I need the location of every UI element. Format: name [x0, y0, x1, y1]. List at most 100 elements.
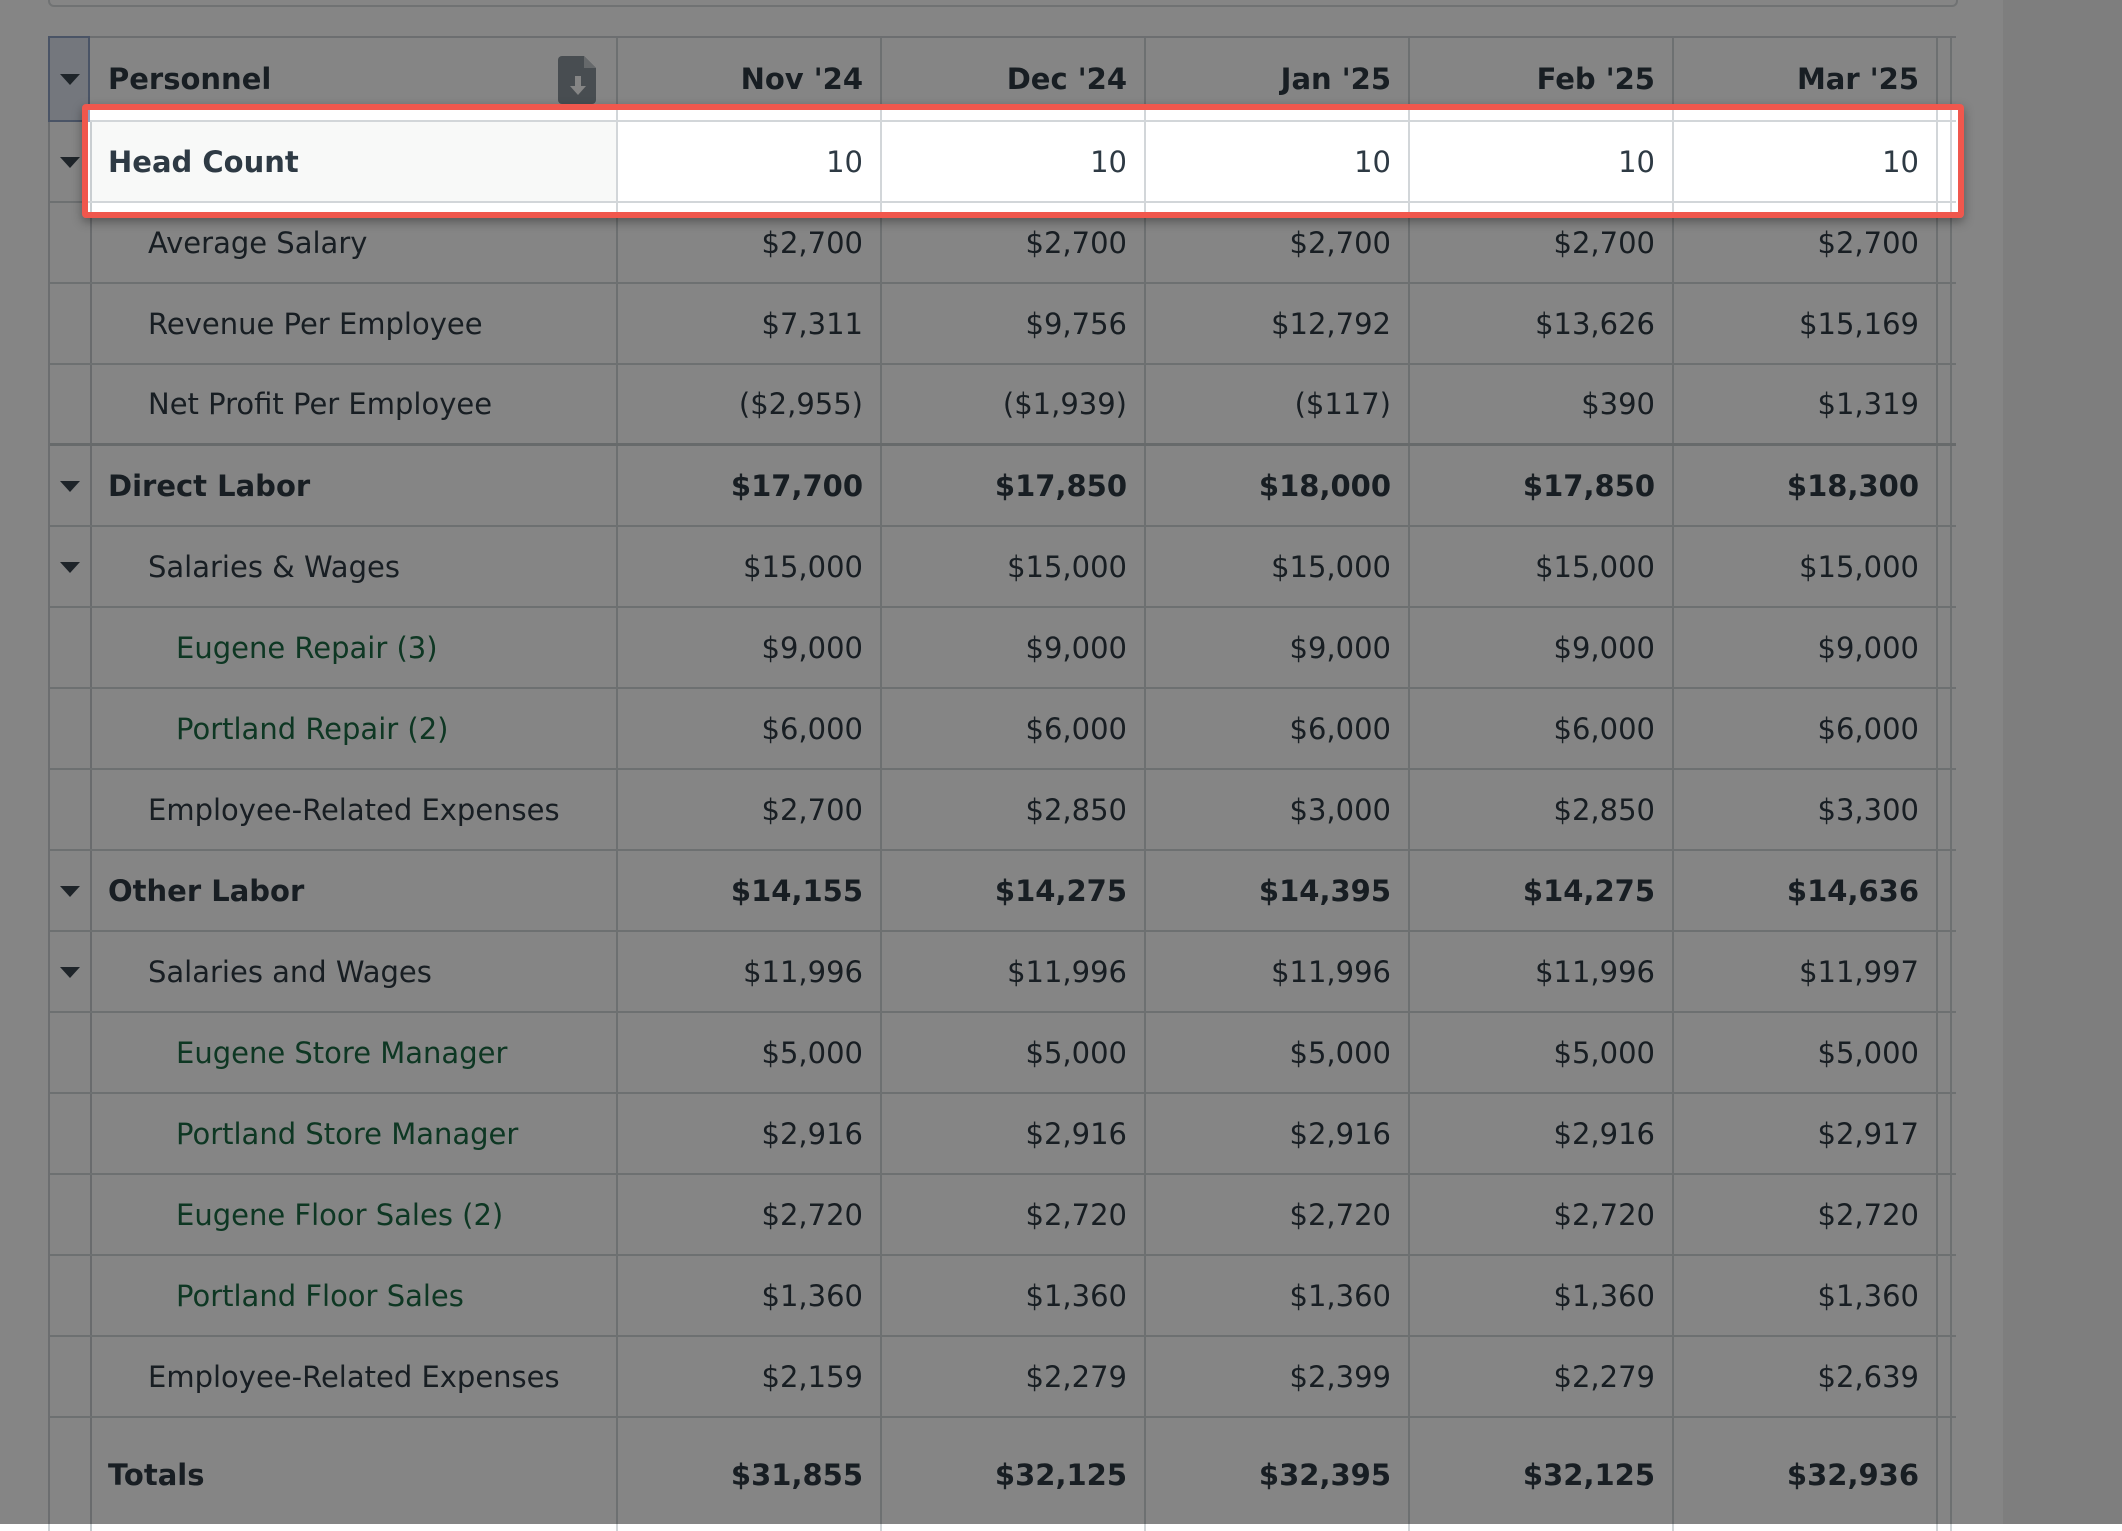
value-cell: $1,360	[618, 1256, 882, 1335]
value-cell: $2,720	[1410, 1175, 1674, 1254]
value-cell: $2,700	[618, 770, 882, 849]
caret-down-icon	[60, 561, 80, 573]
value-cell: $6,000	[1146, 689, 1410, 768]
row-label: Salaries and Wages	[148, 954, 432, 989]
row-label-cell: Employee-Related Expenses	[50, 770, 618, 849]
value-cell: $9,000	[1410, 608, 1674, 687]
table-row-totals: Totals $31,855 $32,125 $32,395 $32,125 $…	[50, 1418, 1956, 1531]
table-row: Eugene Store Manager $5,000 $5,000 $5,00…	[50, 1013, 1956, 1094]
row-label: Net Profit Per Employee	[148, 387, 493, 421]
value-cell: $5,000	[1410, 1013, 1674, 1092]
row-label-cell: Portland Repair (2)	[50, 689, 618, 768]
table-row: Portland Repair (2) $6,000 $6,000 $6,000…	[50, 689, 1956, 770]
employee-link[interactable]: Portland Repair (2)	[176, 712, 448, 746]
value-cell: $1,360	[1146, 1256, 1410, 1335]
row-label-cell: Salaries and Wages	[50, 932, 618, 1011]
row-label-cell: Portland Floor Sales	[50, 1256, 618, 1335]
value-cell: ($1,939)	[882, 365, 1146, 443]
value-cell: $18,000	[1146, 446, 1410, 525]
value-cell: $9,000	[1674, 608, 1938, 687]
value-cell: $17,850	[1410, 446, 1674, 525]
value-cell: ($2,955)	[618, 365, 882, 443]
value-cell: $32,125	[1410, 1418, 1674, 1531]
value-cell: $2,639	[1674, 1337, 1938, 1416]
file-download-icon[interactable]	[558, 56, 598, 104]
employee-link[interactable]: Eugene Repair (3)	[176, 631, 438, 665]
table-row: Salaries and Wages $11,996 $11,996 $11,9…	[50, 932, 1956, 1013]
row-label: Direct Labor	[108, 468, 311, 503]
value-cell: $2,917	[1674, 1094, 1938, 1173]
value-cell: $2,916	[1410, 1094, 1674, 1173]
row-label-cell: Eugene Floor Sales (2)	[50, 1175, 618, 1254]
row-expand-toggle[interactable]	[50, 932, 92, 1011]
row-expand-toggle[interactable]	[50, 851, 92, 930]
table-row: Salaries & Wages $15,000 $15,000 $15,000…	[50, 527, 1956, 608]
row-expand-toggle[interactable]	[50, 446, 92, 525]
value-cell: $13,626	[1410, 284, 1674, 363]
row-label-cell: Direct Labor	[50, 446, 618, 525]
value-cell: $9,756	[882, 284, 1146, 363]
value-cell: $5,000	[1146, 1013, 1410, 1092]
value-cell: $2,720	[618, 1175, 882, 1254]
employee-link[interactable]: Portland Floor Sales	[176, 1279, 464, 1313]
table-row-other-labor: Other Labor $14,155 $14,275 $14,395 $14,…	[50, 851, 1956, 932]
personnel-table: Personnel Nov '24 Dec '24 Jan '25 Feb '2…	[48, 36, 1956, 1531]
value-cell: $1,319	[1674, 365, 1938, 443]
table-row: Portland Store Manager $2,916 $2,916 $2,…	[50, 1094, 1956, 1175]
value-cell: $11,996	[1410, 932, 1674, 1011]
value-cell: $17,700	[618, 446, 882, 525]
value-cell: $5,000	[882, 1013, 1146, 1092]
value-cell: $1,360	[882, 1256, 1146, 1335]
value-cell: $11,996	[882, 932, 1146, 1011]
value-cell: $14,275	[882, 851, 1146, 930]
value-cell: $9,000	[618, 608, 882, 687]
value-cell: $18,300	[1674, 446, 1938, 525]
employee-link[interactable]: Eugene Store Manager	[176, 1036, 507, 1070]
table-row: Employee-Related Expenses $2,700 $2,850 …	[50, 770, 1956, 851]
row-label-cell: Other Labor	[50, 851, 618, 930]
table-row-direct-labor: Direct Labor $17,700 $17,850 $18,000 $17…	[50, 446, 1956, 527]
employee-link[interactable]: Portland Store Manager	[176, 1117, 518, 1151]
value-cell: $1,360	[1674, 1256, 1938, 1335]
row-label: Other Labor	[108, 873, 305, 908]
row-label-cell: Revenue Per Employee	[50, 284, 618, 363]
table-row: Net Profit Per Employee ($2,955) ($1,939…	[50, 365, 1956, 446]
value-cell: $2,159	[618, 1337, 882, 1416]
table-row: Revenue Per Employee $7,311 $9,756 $12,7…	[50, 284, 1956, 365]
value-cell: $2,720	[1674, 1175, 1938, 1254]
value-cell: $5,000	[618, 1013, 882, 1092]
row-label: Revenue Per Employee	[148, 306, 483, 341]
value-cell: $2,916	[882, 1094, 1146, 1173]
row-label: Salaries & Wages	[148, 549, 400, 584]
value-cell: $32,395	[1146, 1418, 1410, 1531]
row-label-cell: Eugene Repair (3)	[50, 608, 618, 687]
value-cell: $6,000	[1674, 689, 1938, 768]
value-cell: $14,636	[1674, 851, 1938, 930]
value-cell: $32,125	[882, 1418, 1146, 1531]
table-row: Portland Floor Sales $1,360 $1,360 $1,36…	[50, 1256, 1956, 1337]
value-cell: $2,399	[1146, 1337, 1410, 1416]
value-cell: $15,000	[1146, 527, 1410, 606]
row-label-cell: Employee-Related Expenses	[50, 1337, 618, 1416]
table-row: Eugene Floor Sales (2) $2,720 $2,720 $2,…	[50, 1175, 1956, 1256]
scroll-gutter	[2003, 0, 2122, 1524]
value-cell: $14,275	[1410, 851, 1674, 930]
row-label-cell: Totals	[50, 1418, 618, 1531]
value-cell: $6,000	[882, 689, 1146, 768]
head-count-highlight	[82, 104, 1964, 218]
value-cell: $2,279	[1410, 1337, 1674, 1416]
value-cell: $15,000	[618, 527, 882, 606]
row-label-cell: Eugene Store Manager	[50, 1013, 618, 1092]
value-cell: $15,169	[1674, 284, 1938, 363]
row-label-cell: Portland Store Manager	[50, 1094, 618, 1173]
row-expand-toggle[interactable]	[50, 527, 92, 606]
employee-link[interactable]: Eugene Floor Sales (2)	[176, 1198, 503, 1232]
value-cell: $17,850	[882, 446, 1146, 525]
value-cell: $15,000	[1674, 527, 1938, 606]
value-cell: $9,000	[882, 608, 1146, 687]
row-label: Employee-Related Expenses	[148, 792, 560, 827]
value-cell: $14,395	[1146, 851, 1410, 930]
table-row: Eugene Repair (3) $9,000 $9,000 $9,000 $…	[50, 608, 1956, 689]
table-row: Employee-Related Expenses $2,159 $2,279 …	[50, 1337, 1956, 1418]
row-label: Average Salary	[148, 225, 368, 260]
